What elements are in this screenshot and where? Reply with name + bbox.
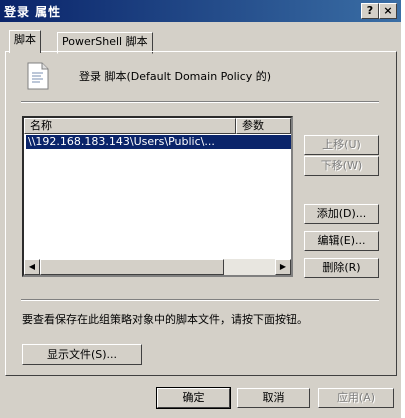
tab-scripts[interactable]: 脚本 bbox=[9, 30, 41, 53]
separator-bottom bbox=[21, 299, 379, 301]
cancel-button[interactable]: 取消 bbox=[237, 388, 310, 408]
ok-button[interactable]: 确定 bbox=[156, 387, 231, 409]
column-header-params[interactable]: 参数 bbox=[236, 118, 291, 134]
close-button[interactable]: × bbox=[379, 3, 397, 19]
scroll-thumb[interactable] bbox=[40, 259, 224, 275]
list-item[interactable]: \\192.168.183.143\Users\Public\... bbox=[26, 135, 291, 149]
script-document-icon bbox=[26, 62, 50, 93]
separator-top bbox=[21, 101, 379, 103]
edit-button[interactable]: 编辑(E)... bbox=[304, 231, 379, 251]
right-background bbox=[401, 0, 405, 418]
column-header-name[interactable]: 名称 bbox=[24, 118, 236, 134]
scripts-heading: 登录 脚本(Default Domain Policy 的) bbox=[79, 70, 272, 83]
window-title: 登录 属性 bbox=[4, 5, 62, 19]
properties-dialog: 登录 属性 ? × 脚本 PowerShell 脚本 登录 脚本(Default… bbox=[0, 0, 402, 418]
help-button[interactable]: ? bbox=[361, 3, 379, 19]
add-button[interactable]: 添加(D)... bbox=[304, 204, 379, 224]
apply-button[interactable]: 应用(A) bbox=[318, 388, 394, 408]
move-down-button[interactable]: 下移(W) bbox=[304, 156, 379, 176]
title-bar[interactable]: 登录 属性 ? × bbox=[0, 0, 401, 22]
move-up-button[interactable]: 上移(U) bbox=[304, 135, 379, 155]
show-files-button[interactable]: 显示文件(S)... bbox=[22, 344, 142, 365]
horizontal-scrollbar[interactable]: ◀ ▶ bbox=[24, 259, 291, 275]
scroll-left-arrow-icon[interactable]: ◀ bbox=[24, 259, 40, 275]
scripts-list[interactable]: 名称 参数 \\192.168.183.143\Users\Public\...… bbox=[22, 116, 293, 277]
remove-button[interactable]: 删除(R) bbox=[304, 258, 379, 278]
info-text: 要查看保存在此组策略对象中的脚本文件，请按下面按钮。 bbox=[22, 313, 308, 326]
scroll-right-arrow-icon[interactable]: ▶ bbox=[275, 259, 291, 275]
